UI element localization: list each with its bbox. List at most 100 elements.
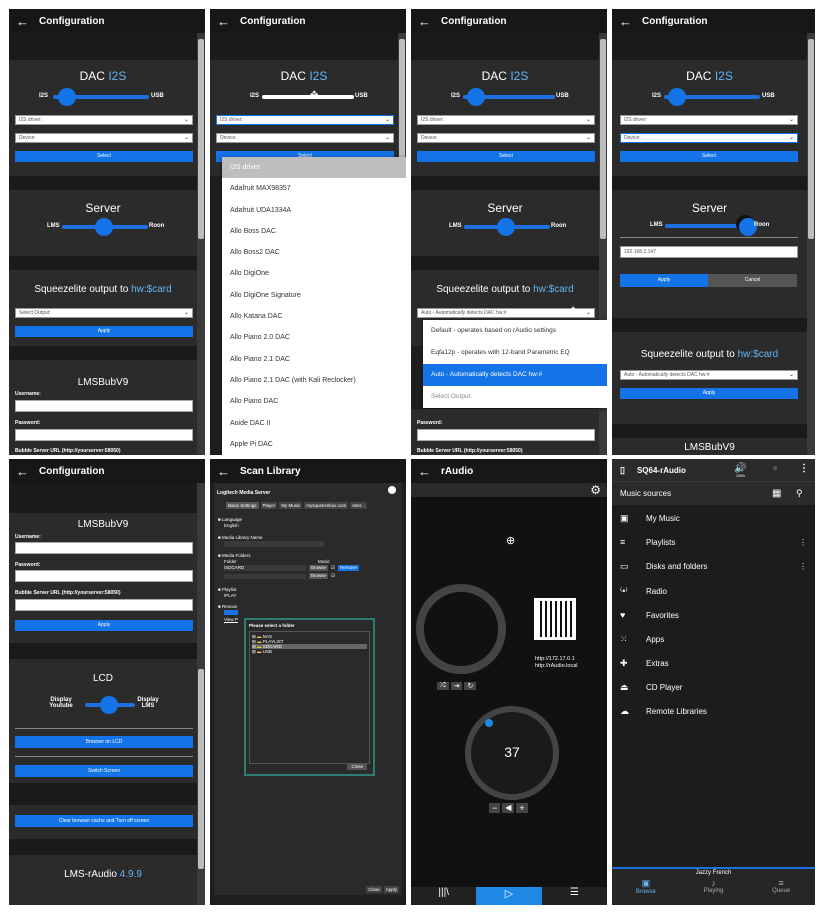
dropdown-option[interactable]: Apple Pi DAC [222, 434, 406, 455]
repeat-icon[interactable]: ↻ [464, 682, 477, 690]
list-item-disks[interactable]: ▭ Disks and folders ⋮ [620, 554, 807, 578]
tab-mysqueezebox[interactable]: mysqueezebox.com [304, 502, 349, 509]
dropdown-option[interactable]: Allo Boss DAC [222, 221, 406, 242]
list-item-extras[interactable]: ✚ Extras [620, 651, 669, 675]
scrollbar[interactable] [807, 33, 815, 455]
library-name-input[interactable] [224, 541, 324, 547]
apply-button-2[interactable]: Apply [620, 388, 798, 399]
output-select[interactable]: Auto - Automatically detects DAC hw:# ⌄ [620, 370, 798, 380]
back-arrow-icon[interactable]: ← [217, 464, 230, 479]
close-button[interactable]: Close [366, 886, 382, 893]
tab-basic-settings[interactable]: Basic Settings [226, 502, 259, 509]
list-item-favorites[interactable]: ♥ Favorites [620, 603, 679, 627]
list-item-remote-libraries[interactable]: ☁ Remote Libraries [620, 699, 707, 723]
back-arrow-icon[interactable]: ← [418, 14, 431, 29]
rescan-select[interactable] [224, 610, 238, 615]
mute-icon[interactable]: ◀ [502, 803, 515, 813]
device-select[interactable]: Device: ⌄ [216, 133, 394, 143]
scrollbar[interactable] [197, 483, 205, 905]
more-vert-icon[interactable]: ⋮ [799, 538, 807, 547]
volume-icon[interactable]: 🔊 [734, 463, 746, 474]
browser-on-lcd-button[interactable]: Browser on LCD [15, 736, 193, 748]
scrollbar[interactable] [197, 33, 205, 455]
dac-slider-knob[interactable] [58, 88, 76, 106]
volume-down-icon[interactable]: − [489, 803, 501, 813]
dac-slider[interactable] [262, 95, 354, 99]
select-button[interactable]: Select [417, 151, 595, 162]
list-item-playlists[interactable]: ≡ Playlists ⋮ [620, 530, 807, 554]
i2s-driver-select[interactable]: I2S driver: ⌄ [620, 115, 798, 125]
dropdown-option[interactable]: Allo Boss2 DAC [222, 242, 406, 263]
dropdown-option[interactable]: Default - operates based on rAudio setti… [423, 320, 607, 342]
server-ip-input[interactable]: 192.168.2.147 [620, 246, 798, 258]
volume-knob[interactable] [485, 719, 493, 727]
apply-button[interactable]: Apply [620, 274, 708, 287]
dropdown-option[interactable]: Allo DigiOne [222, 263, 406, 284]
grid-view-icon[interactable]: ▦ [772, 488, 781, 499]
apply-button[interactable]: Apply [15, 620, 193, 631]
nav-queue[interactable]: ≡ Queue [747, 878, 815, 895]
lcd-slider-knob[interactable] [100, 696, 118, 714]
username-input[interactable] [15, 542, 193, 554]
player-name[interactable]: SQ64-rAudio [637, 466, 686, 475]
list-item-apps[interactable]: ⁙ Apps [620, 627, 664, 651]
more-vert-icon[interactable]: ⋮ [799, 562, 807, 571]
shuffle-icon[interactable]: ⤮ [437, 682, 449, 690]
single-icon[interactable]: ⇥ [450, 682, 463, 690]
tree-item[interactable]: ⊞ ▬ USB [252, 649, 367, 654]
back-arrow-icon[interactable]: ← [16, 14, 29, 29]
more-vert-icon[interactable]: ⋮ [799, 463, 809, 474]
volume-up-icon[interactable]: + [516, 803, 528, 813]
list-item-my-music[interactable]: ▣ My Music [620, 506, 680, 530]
back-arrow-icon[interactable]: ← [418, 464, 431, 479]
apply-button[interactable]: Apply [15, 326, 193, 337]
bubble-url-input[interactable] [15, 599, 193, 611]
cancel-button[interactable]: Cancel [708, 274, 797, 287]
dropdown-option[interactable]: Allo Piano 2.1 DAC (with Kali Reclocker) [222, 370, 406, 391]
nav-browse[interactable]: ▣ Browse [612, 878, 680, 895]
remove-button[interactable]: Remove [338, 565, 359, 571]
username-input[interactable] [15, 400, 193, 412]
progress-dial[interactable] [416, 584, 506, 674]
volume-dial[interactable]: 37 [465, 706, 559, 800]
add-icon[interactable]: ⊕ [506, 534, 515, 547]
power-icon[interactable]: ● [772, 463, 778, 474]
dropdown-option[interactable]: Adafruit UDA1334A [222, 200, 406, 221]
clear-cache-button[interactable]: Clear browser cache and Turn off screen [15, 815, 193, 827]
server-slider-knob[interactable] [497, 218, 515, 236]
dropdown-option[interactable]: I2S driver: [222, 157, 406, 179]
apply-button[interactable]: Apply [383, 886, 399, 893]
tab-interface[interactable]: Inter... [350, 502, 367, 509]
folder-path-input[interactable]: /SDCARD [224, 565, 306, 571]
browse-button[interactable]: Browse [309, 565, 329, 571]
output-select[interactable]: Select Output: ⌄ [15, 308, 193, 318]
back-arrow-icon[interactable]: ← [16, 464, 29, 479]
device-select[interactable]: Device: ⌄ [417, 133, 595, 143]
password-input[interactable] [417, 429, 595, 441]
device-select[interactable]: Device: ⌄ [620, 133, 798, 143]
playlist-icon[interactable]: ☰ [542, 887, 607, 905]
library-icon[interactable]: |||\ [411, 887, 476, 905]
password-input[interactable] [15, 429, 193, 441]
nav-playing[interactable]: ♪ Playing [680, 878, 748, 895]
language-select[interactable]: English [224, 523, 359, 529]
back-arrow-icon[interactable]: ← [619, 14, 632, 29]
dropdown-option[interactable]: Auto - Automatically detects DAC hw:# [423, 364, 607, 386]
dropdown-option[interactable]: Aoide DAC II [222, 413, 406, 434]
tab-my-music[interactable]: My Music [279, 502, 303, 509]
dropdown-option[interactable]: Allo Katana DAC [222, 306, 406, 327]
server-slider-knob[interactable] [95, 218, 113, 236]
tab-player[interactable]: Player [260, 502, 278, 509]
folder-path-input-2[interactable] [224, 573, 306, 579]
dialog-close-button[interactable]: Close [347, 763, 367, 770]
dropdown-option[interactable]: Allo Piano DAC [222, 391, 406, 412]
i2s-driver-select[interactable]: I2S driver: ⌄ [417, 115, 595, 125]
select-button[interactable]: Select [620, 151, 798, 162]
dropdown-option[interactable]: Allo Piano 2.1 DAC [222, 349, 406, 370]
device-select[interactable]: Device: ⌄ [15, 133, 193, 143]
i2s-driver-select[interactable]: I2S driver: ⌄ [15, 115, 193, 125]
back-arrow-icon[interactable]: ← [217, 14, 230, 29]
playback-icon[interactable]: ▷ [476, 887, 542, 905]
i2s-driver-select[interactable]: I2S driver: ⌄ [216, 115, 394, 125]
password-input[interactable] [15, 570, 193, 582]
